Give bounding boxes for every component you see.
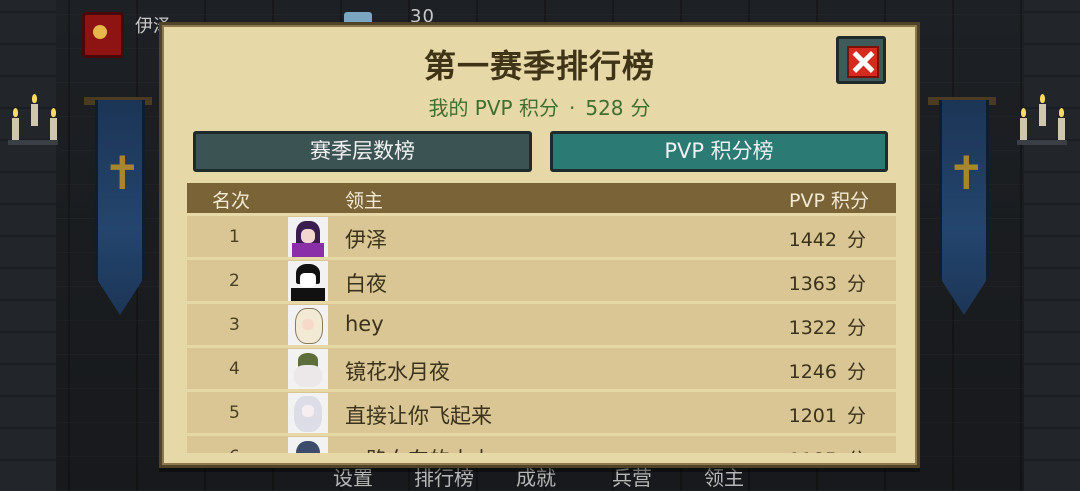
header-score: PVP 积分 — [789, 190, 869, 212]
separator-dot: · — [568, 96, 576, 120]
candle — [1020, 118, 1027, 140]
table-row[interactable]: 2 白夜 1363 分 — [187, 260, 896, 301]
avatar[interactable] — [288, 393, 328, 433]
avatar[interactable] — [288, 217, 328, 257]
my-score-unit: 分 — [630, 96, 651, 120]
flame-icon — [1040, 94, 1045, 103]
avatar[interactable] — [288, 349, 328, 389]
avatar[interactable] — [288, 261, 328, 301]
candle — [50, 118, 57, 140]
table-row[interactable]: 6 一路向东的大大 1185分 — [187, 436, 896, 453]
row-score: 1363 分 — [788, 273, 866, 295]
row-name: hey — [345, 312, 384, 336]
table-row[interactable]: 4 镜花水月夜 1246 分 — [187, 348, 896, 389]
flame-icon — [51, 108, 56, 117]
right-candelabra — [1017, 140, 1067, 145]
close-icon — [847, 46, 879, 78]
right-pillar — [1024, 0, 1080, 491]
candle — [12, 118, 19, 140]
leaderboard-panel: 第一赛季排行榜 我的 PVP 积分 · 528 分 赛季层数榜 PVP 积分榜 名次 … — [159, 22, 920, 468]
table-row[interactable]: 5 直接让你飞起来 1201 分 — [187, 392, 896, 433]
tab-season-floors[interactable]: 赛季层数榜 — [193, 131, 532, 172]
row-rank: 6 — [229, 447, 240, 453]
flame-icon — [1059, 108, 1064, 117]
right-cross-icon: ✝ — [947, 146, 986, 200]
candle — [1058, 118, 1065, 140]
candle — [1039, 104, 1046, 126]
table-row[interactable]: 3 hey 1322 分 — [187, 304, 896, 345]
row-rank: 1 — [229, 227, 240, 247]
avatar[interactable] — [288, 437, 328, 453]
my-pvp-score: 我的 PVP 积分 · 528 分 — [162, 92, 917, 121]
header-lord: 领主 — [345, 190, 384, 212]
flame-icon — [32, 94, 37, 103]
row-score: 1185分 — [789, 445, 866, 453]
my-score-label: 我的 PVP 积分 — [428, 96, 559, 120]
row-name: 一路向东的大大 — [345, 444, 492, 453]
table-row[interactable]: 1 伊泽 1442 分 — [187, 216, 896, 257]
row-name: 直接让你飞起来 — [345, 404, 492, 428]
candle — [31, 104, 38, 126]
close-button[interactable] — [836, 36, 886, 84]
row-score: 1201 分 — [788, 405, 866, 427]
avatar[interactable] — [288, 305, 328, 345]
row-score: 1442 分 — [788, 229, 866, 251]
row-score: 1322 分 — [788, 317, 866, 339]
header-rank: 名次 — [212, 190, 251, 212]
left-banner — [95, 100, 145, 315]
row-rank: 2 — [229, 271, 240, 291]
row-name: 镜花水月夜 — [345, 360, 450, 384]
row-name: 伊泽 — [345, 228, 387, 252]
flame-icon — [13, 108, 18, 117]
tab-pvp-points[interactable]: PVP 积分榜 — [550, 131, 888, 172]
left-pillar — [0, 0, 56, 491]
left-cross-icon: ✝ — [103, 146, 142, 200]
row-name: 白夜 — [345, 272, 387, 296]
row-rank: 4 — [229, 359, 240, 379]
left-candelabra — [8, 140, 58, 145]
row-rank: 3 — [229, 315, 240, 335]
ranking-table[interactable]: 名次 领主 PVP 积分 1 伊泽 1442 分 2 白夜 1363 分 3 h… — [187, 183, 896, 453]
right-banner — [939, 100, 989, 315]
table-header: 名次 领主 PVP 积分 — [187, 183, 896, 213]
player-emblem-icon[interactable] — [82, 12, 124, 58]
my-score-value: 528 — [585, 96, 624, 120]
panel-title: 第一赛季排行榜 — [423, 47, 655, 85]
row-rank: 5 — [229, 403, 240, 423]
row-score: 1246 分 — [788, 361, 866, 383]
emblem-gear-icon — [93, 25, 107, 39]
flame-icon — [1021, 108, 1026, 117]
